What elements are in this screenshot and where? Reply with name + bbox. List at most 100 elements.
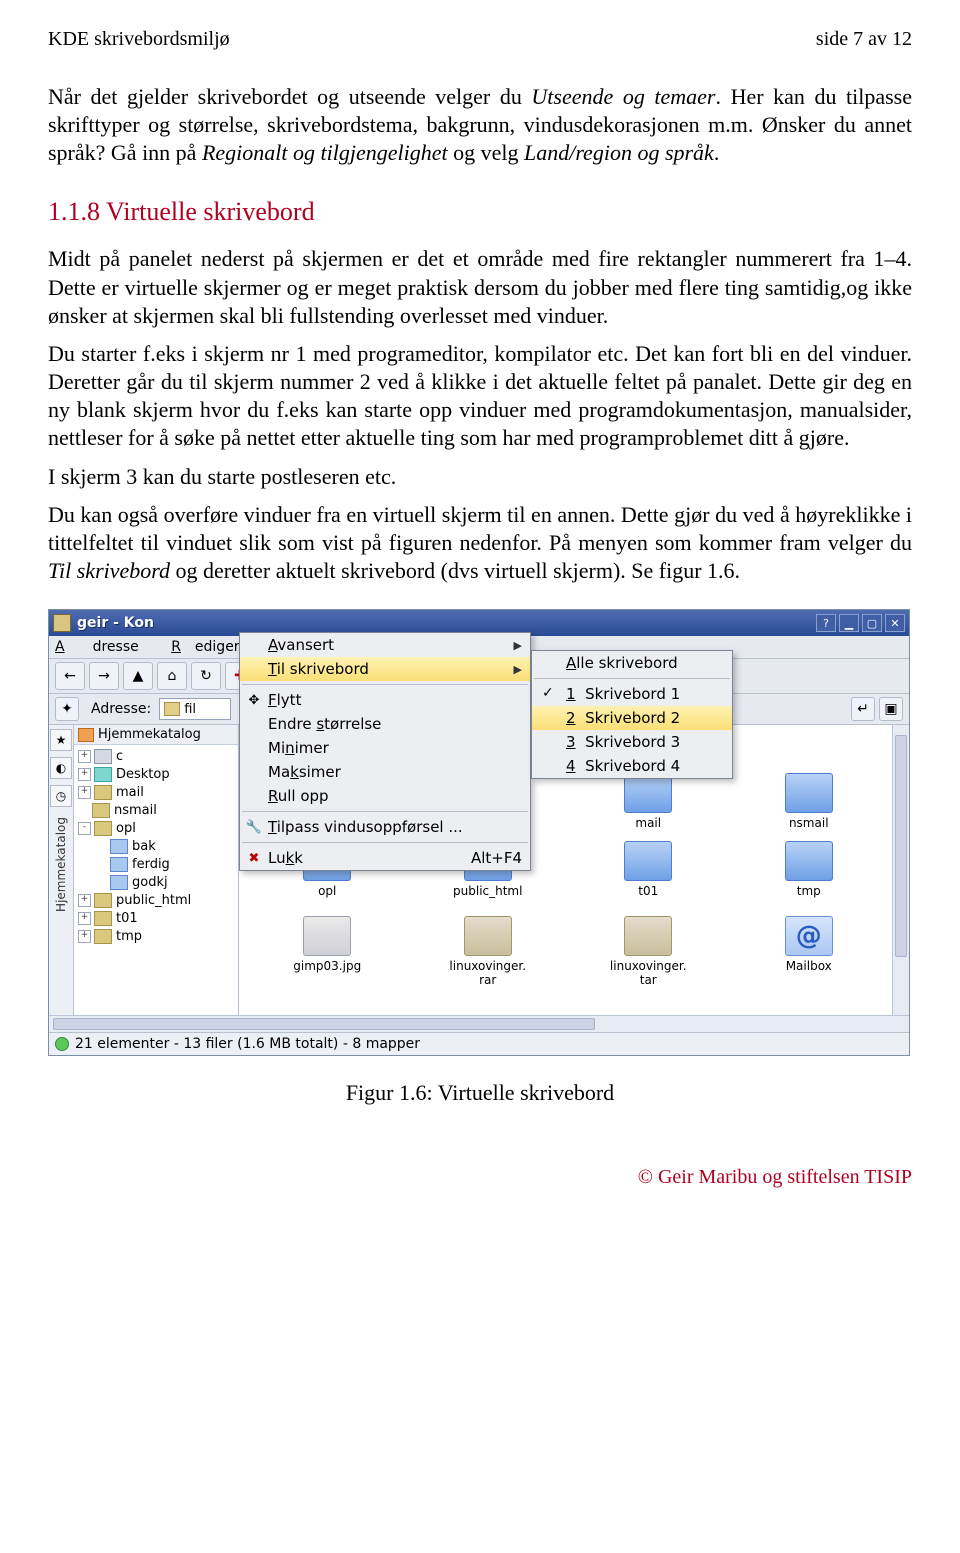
submenu-skrivebord-4[interactable]: 4 Skrivebord 4 <box>532 754 732 778</box>
file-mailbox[interactable]: @ Mailbox <box>729 916 890 986</box>
tab-star-icon[interactable]: ★ <box>50 729 72 751</box>
menu-tilpass-vindusoppforsel[interactable]: 🔧 Tilpass vindusoppførsel ... <box>240 815 530 839</box>
bookmark-icon[interactable]: ✦ <box>55 697 79 721</box>
paragraph-5: Du kan også overføre vinduer fra en virt… <box>48 501 912 585</box>
expander-icon <box>96 859 107 870</box>
folder-icon <box>94 911 112 926</box>
close-icon: ✖ <box>246 850 262 866</box>
menu-maksimer[interactable]: Maksimer <box>240 760 530 784</box>
horizontal-scrollbar[interactable] <box>49 1015 909 1032</box>
status-text: 21 elementer - 13 filer (1.6 MB totalt) … <box>75 1036 420 1052</box>
skrivebord-submenu[interactable]: Alle skrivebord ✓ 1 Skrivebord 1 2 Skriv… <box>531 650 733 779</box>
tree-item-opl[interactable]: - opl <box>74 819 238 837</box>
reload-button[interactable]: ↻ <box>191 662 221 690</box>
folder-icon <box>624 773 672 813</box>
archive-file-icon <box>624 916 672 956</box>
tree-item-tmp[interactable]: + tmp <box>74 927 238 945</box>
expander-icon[interactable]: + <box>78 786 91 799</box>
expander-icon[interactable]: + <box>78 894 91 907</box>
tab-home-label[interactable]: Hjemmekatalog <box>54 817 68 912</box>
statusbar: 21 elementer - 13 filer (1.6 MB totalt) … <box>49 1032 909 1055</box>
menu-adresse[interactable]: Adresse <box>55 639 153 655</box>
expander-icon <box>78 805 89 816</box>
back-button[interactable]: ← <box>55 662 85 690</box>
tree-item-label: opl <box>116 821 136 836</box>
tree-item-nsmail[interactable]: nsmail <box>74 801 238 819</box>
tree-item-ferdig[interactable]: ferdig <box>74 855 238 873</box>
tree-item-godkj[interactable]: godkj <box>74 873 238 891</box>
menu-til-skrivebord[interactable]: Til skrivebord▶ <box>240 657 530 681</box>
tab-clock-icon[interactable]: ◷ <box>50 785 72 807</box>
maximize-button[interactable]: ▢ <box>862 614 882 632</box>
tree-item-public-html[interactable]: + public_html <box>74 891 238 909</box>
tree-item-label: public_html <box>116 893 191 908</box>
folder-icon <box>94 767 112 782</box>
tree-item-desktop[interactable]: +Desktop <box>74 765 238 783</box>
clear-button[interactable]: ▣ <box>879 697 903 721</box>
menu-minimer[interactable]: Minimer <box>240 736 530 760</box>
menu-flytt[interactable]: ✥ Flytt <box>240 688 530 712</box>
tree-item-label: ferdig <box>132 857 170 872</box>
header-right: side 7 av 12 <box>816 28 912 51</box>
submenu-alle-skrivebord[interactable]: Alle skrivebord <box>532 651 732 675</box>
folder-mail[interactable]: mail <box>568 773 729 830</box>
tree-item-mail[interactable]: +mail <box>74 783 238 801</box>
paragraph-3: Du starter f.eks i skjerm nr 1 med progr… <box>48 340 912 453</box>
folder-t01[interactable]: t01 <box>568 841 729 898</box>
folder-tmp[interactable]: tmp <box>729 841 890 898</box>
menu-endre-storrelse[interactable]: Endre størrelse <box>240 712 530 736</box>
close-button[interactable]: ✕ <box>885 614 905 632</box>
folder-nsmail[interactable]: nsmail <box>729 773 890 830</box>
go-button[interactable]: ↵ <box>851 697 875 721</box>
folder-icon <box>164 702 180 716</box>
help-button[interactable]: ? <box>816 614 836 632</box>
submenu-skrivebord-3[interactable]: 3 Skrivebord 3 <box>532 730 732 754</box>
expander-icon[interactable]: + <box>78 768 91 781</box>
minimize-button[interactable]: ▁ <box>839 614 859 632</box>
folder-icon <box>785 841 833 881</box>
up-button[interactable]: ▲ <box>123 662 153 690</box>
tree-item-label: nsmail <box>114 803 157 818</box>
tab-globe-icon[interactable]: ◐ <box>50 757 72 779</box>
expander-icon[interactable]: + <box>78 930 91 943</box>
submenu-skrivebord-1[interactable]: ✓ 1 Skrivebord 1 <box>532 682 732 706</box>
image-file-icon <box>303 916 351 956</box>
folder-icon <box>92 803 110 818</box>
folder-icon <box>94 749 112 764</box>
folder-icon <box>110 857 128 872</box>
menu-rull-opp[interactable]: Rull opp <box>240 784 530 808</box>
figure-1-6: geir - Kon ? ▁ ▢ ✕ Adresse Rediger ← → ▲… <box>48 609 912 1056</box>
folder-icon <box>94 929 112 944</box>
menu-lukk[interactable]: ✖ Lukk Alt+F4 <box>240 846 530 870</box>
folder-icon <box>110 839 128 854</box>
submenu-skrivebord-2[interactable]: 2 Skrivebord 2 <box>532 706 732 730</box>
address-field[interactable]: fil <box>159 698 231 720</box>
expander-icon[interactable]: - <box>78 822 91 835</box>
paragraph-1: Når det gjelder skrivebordet og utseende… <box>48 83 912 167</box>
tree-item-label: tmp <box>116 929 142 944</box>
tree-item-bak[interactable]: bak <box>74 837 238 855</box>
window-context-menu[interactable]: Avansert▶ Til skrivebord▶ ✥ Flytt Endre … <box>239 632 531 871</box>
home-button[interactable]: ⌂ <box>157 662 187 690</box>
folder-icon <box>94 821 112 836</box>
konqueror-window: geir - Kon ? ▁ ▢ ✕ Adresse Rediger ← → ▲… <box>48 609 910 1056</box>
section-heading: 1.1.8 Virtuelle skrivebord <box>48 197 912 227</box>
app-icon <box>53 614 71 632</box>
figure-caption: Figur 1.6: Virtuelle skrivebord <box>48 1080 912 1106</box>
forward-button[interactable]: → <box>89 662 119 690</box>
file-gimp03[interactable]: gimp03.jpg <box>247 916 408 986</box>
tree-item-t01[interactable]: +t01 <box>74 909 238 927</box>
tree-pane: Hjemmekatalog +c+Desktop+mailnsmail-oplb… <box>74 725 239 1015</box>
vertical-scrollbar[interactable] <box>892 725 909 1015</box>
expander-icon[interactable]: + <box>78 750 91 763</box>
paragraph-4: I skjerm 3 kan du starte postleseren etc… <box>48 463 912 491</box>
tree-item-c[interactable]: +c <box>74 747 238 765</box>
status-indicator-icon <box>55 1037 69 1051</box>
menu-rediger[interactable]: Rediger <box>171 639 239 655</box>
tree-item-label: c <box>116 749 123 764</box>
wrench-icon: 🔧 <box>246 819 262 835</box>
menu-avansert[interactable]: Avansert▶ <box>240 633 530 657</box>
file-linuxovinger-rar[interactable]: linuxovinger. rar <box>408 916 569 986</box>
file-linuxovinger-tar[interactable]: linuxovinger. tar <box>568 916 729 986</box>
expander-icon[interactable]: + <box>78 912 91 925</box>
